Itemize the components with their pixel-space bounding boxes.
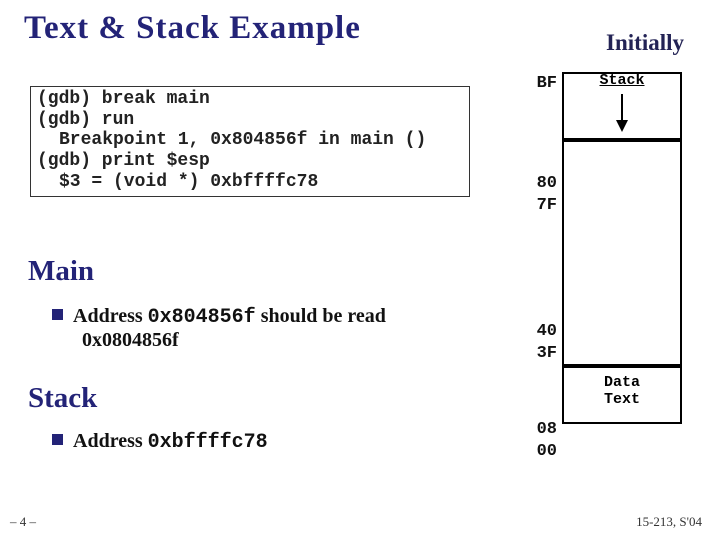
addr-label: BF [525, 74, 557, 96]
addr-label: 3F [525, 344, 557, 366]
gdb-line: (gdb) run [37, 110, 465, 131]
bullet-text: Address 0xbffffc78 [73, 430, 268, 452]
addr-label: 7F [525, 196, 557, 218]
gap-segment [562, 140, 682, 168]
page-title: Text & Stack Example [24, 10, 700, 47]
gdb-line: (gdb) print $esp [37, 151, 465, 172]
section-main-heading: Main [28, 255, 94, 288]
gdb-output-box: (gdb) break main (gdb) run Breakpoint 1,… [30, 86, 470, 197]
gdb-line: (gdb) break main [37, 89, 465, 110]
bullet-continuation: 0x0804856f [82, 329, 492, 352]
bullet-main-address: Address 0x804856f should be read 0x08048… [52, 305, 492, 352]
page-number: – 4 – [10, 514, 36, 530]
bullet-text: Address 0x804856f should be read [73, 305, 386, 327]
bullet-icon [52, 309, 63, 320]
gdb-line: Breakpoint 1, 0x804856f in main () [37, 130, 465, 151]
gap-segment [562, 338, 682, 366]
data-text-segment: Data Text [562, 366, 682, 424]
section-stack-heading: Stack [28, 382, 97, 415]
addr-label: 00 [525, 442, 557, 464]
gap-segment [562, 168, 682, 338]
data-text-segment-label: Data Text [564, 374, 680, 409]
arrow-down-icon [613, 92, 631, 132]
initially-label: Initially [606, 30, 684, 56]
stack-segment-label: Stack [564, 72, 680, 89]
gdb-line: $3 = (void *) 0xbffffc78 [37, 172, 465, 193]
addr-label: 40 [525, 322, 557, 344]
stack-segment: Stack [562, 72, 682, 140]
memory-diagram: Stack Data Text [562, 72, 682, 424]
bullet-stack-address: Address 0xbffffc78 [52, 430, 492, 454]
addr-label: 08 [525, 420, 557, 442]
addr-label: 80 [525, 174, 557, 196]
slide: Text & Stack Example Initially (gdb) bre… [0, 0, 720, 540]
course-footer: 15-213, S'04 [636, 514, 702, 530]
bullet-icon [52, 434, 63, 445]
address-column: BF 80 7F 40 3F 08 00 [525, 74, 557, 464]
